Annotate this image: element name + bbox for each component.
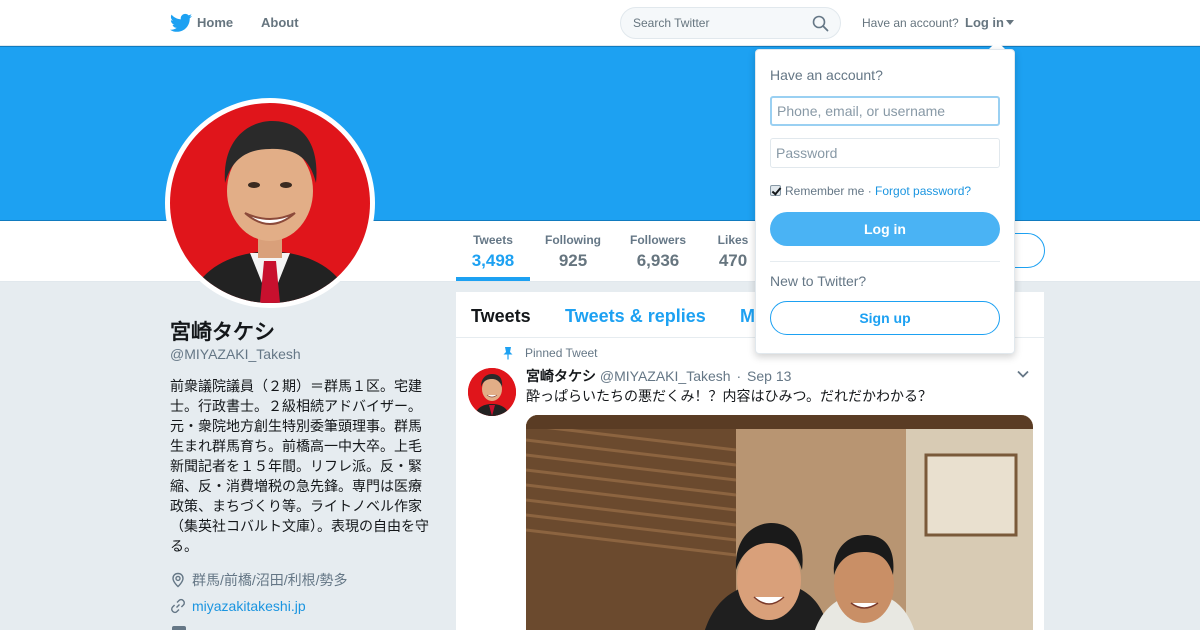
chevron-down-icon[interactable] bbox=[1017, 370, 1029, 378]
remember-me-label[interactable]: Remember me bbox=[785, 184, 864, 198]
stat-label: Tweets bbox=[473, 233, 513, 247]
profile-location: 群馬/前橋/沼田/利根/勢多 bbox=[170, 570, 348, 590]
stat-label: Followers bbox=[629, 233, 686, 247]
location-text: 群馬/前橋/沼田/利根/勢多 bbox=[192, 572, 348, 588]
tweet-header: 宮崎タケシ @MIYAZAKI_Takesh · Sep 13 bbox=[526, 366, 791, 386]
link-icon bbox=[171, 598, 185, 614]
pin-icon bbox=[503, 347, 513, 360]
stat-likes[interactable]: Likes 470 bbox=[715, 233, 751, 271]
tweet-fullname[interactable]: 宮崎タケシ bbox=[526, 368, 596, 384]
calendar-icon bbox=[172, 626, 186, 630]
tweet-text: 酔っぱらいたちの悪だくみ！？内容はひみつ。だれだかわかる？ bbox=[526, 388, 932, 404]
signup-button[interactable]: Sign up bbox=[770, 301, 1000, 335]
profile-url[interactable]: miyazakitakeshi.jp bbox=[170, 598, 306, 614]
pinned-tweet-label: Pinned Tweet bbox=[525, 346, 598, 360]
stat-followers[interactable]: Followers 6,936 bbox=[628, 233, 688, 271]
tab-media[interactable]: M bbox=[740, 306, 755, 327]
profile-avatar[interactable] bbox=[165, 98, 375, 308]
url-text[interactable]: miyazakitakeshi.jp bbox=[192, 598, 306, 614]
remember-me-checkbox[interactable] bbox=[770, 185, 781, 196]
new-to-twitter-text: New to Twitter? bbox=[770, 273, 867, 289]
tweet-separator: · bbox=[736, 368, 742, 384]
stat-value: 3,498 bbox=[471, 251, 515, 270]
avatar-image bbox=[170, 103, 370, 303]
stat-value: 6,936 bbox=[636, 251, 680, 270]
login-dropdown-toggle[interactable]: Log in bbox=[965, 15, 1014, 30]
nav-about-link[interactable]: About bbox=[261, 15, 299, 30]
stat-label: Following bbox=[545, 233, 601, 247]
location-pin-icon bbox=[172, 572, 184, 588]
tweet-avatar[interactable] bbox=[468, 368, 516, 416]
login-toggle-label: Log in bbox=[965, 15, 1004, 30]
password-field[interactable] bbox=[770, 138, 1000, 168]
username-field[interactable] bbox=[770, 96, 1000, 126]
dropdown-divider bbox=[770, 261, 1000, 262]
tweet-avatar-image bbox=[468, 368, 516, 416]
top-nav: Home About Search Twitter Have an accoun… bbox=[0, 0, 1200, 46]
search-icon[interactable] bbox=[812, 15, 829, 32]
tweet-photo-image bbox=[526, 415, 1033, 630]
search-input[interactable]: Search Twitter bbox=[633, 16, 709, 30]
active-tab-indicator bbox=[456, 277, 530, 281]
tab-tweets[interactable]: Tweets bbox=[471, 306, 531, 327]
stat-following[interactable]: Following 925 bbox=[543, 233, 603, 271]
have-account-text: Have an account? bbox=[862, 16, 959, 30]
dropdown-title: Have an account? bbox=[770, 67, 883, 83]
profile-bio: 前衆議院議員（２期）＝群馬１区。宅建士。行政書士。２級相続アドバイザー。元・衆院… bbox=[170, 378, 429, 554]
caret-down-icon bbox=[1006, 20, 1014, 25]
nav-home-link[interactable]: Home bbox=[197, 15, 233, 30]
tweet-date[interactable]: Sep 13 bbox=[747, 368, 791, 384]
stat-label: Likes bbox=[717, 233, 749, 247]
stat-value: 470 bbox=[718, 251, 748, 270]
remember-me-row: Remember me · Forgot password? bbox=[770, 184, 971, 198]
twitter-bird-icon[interactable] bbox=[170, 13, 192, 33]
login-button[interactable]: Log in bbox=[770, 212, 1000, 246]
tweet-screen-name[interactable]: @MIYAZAKI_Takesh bbox=[600, 368, 731, 384]
forgot-password-link[interactable]: Forgot password? bbox=[875, 184, 971, 198]
tab-tweets-replies[interactable]: Tweets & replies bbox=[565, 306, 706, 327]
search-box[interactable]: Search Twitter bbox=[620, 7, 841, 39]
stat-value: 925 bbox=[558, 251, 588, 270]
profile-name[interactable]: 宮崎タケシ bbox=[170, 316, 275, 346]
tweet-media-photo[interactable] bbox=[526, 415, 1033, 630]
login-dropdown: Have an account? Remember me · Forgot pa… bbox=[755, 49, 1015, 354]
stat-tweets[interactable]: Tweets 3,498 bbox=[470, 233, 516, 271]
profile-handle[interactable]: @MIYAZAKI_Takesh bbox=[170, 346, 301, 362]
